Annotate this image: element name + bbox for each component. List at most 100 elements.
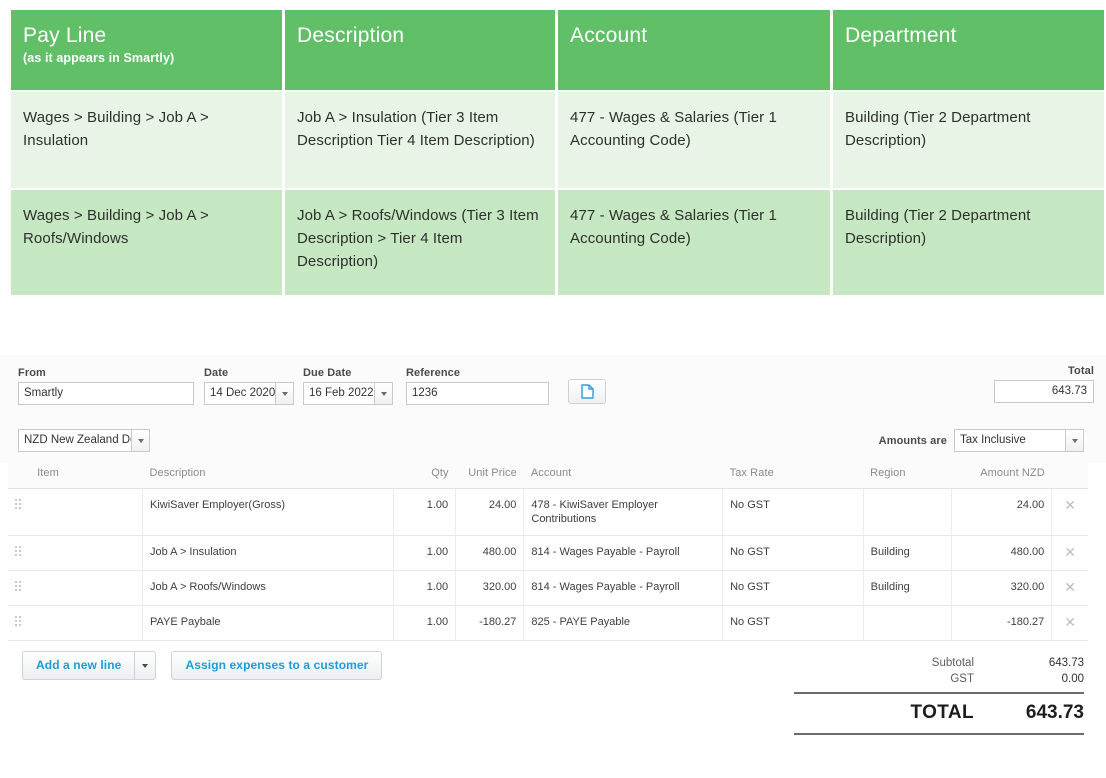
cell-region[interactable] bbox=[863, 488, 952, 536]
line-items-body: KiwiSaver Employer(Gross) 1.00 24.00 478… bbox=[8, 488, 1088, 641]
cell-item[interactable] bbox=[30, 570, 143, 606]
date-combo[interactable]: 14 Dec 2020 bbox=[204, 382, 294, 405]
cell-item[interactable] bbox=[30, 488, 143, 536]
column-title: Account bbox=[570, 24, 648, 47]
reference-input[interactable]: 1236 bbox=[406, 382, 549, 405]
cell-amount[interactable]: 320.00 bbox=[951, 570, 1053, 606]
due-date-label: Due Date bbox=[303, 367, 352, 379]
cell-department: Building (Tier 2 Department Description) bbox=[833, 92, 1104, 188]
mapping-header-row: Pay Line (as it appears in Smartly) Desc… bbox=[11, 10, 1104, 90]
amounts-are-group: Amounts are Tax Inclusive bbox=[879, 429, 1084, 452]
table-row: Job A > Insulation 1.00 480.00 814 - Wag… bbox=[8, 535, 1088, 571]
totals-divider-bottom bbox=[794, 733, 1084, 735]
column-header-account: Account bbox=[558, 10, 830, 90]
amounts-are-combo[interactable]: Tax Inclusive bbox=[954, 429, 1084, 452]
cell-qty[interactable]: 1.00 bbox=[393, 605, 457, 641]
cell-tax-rate[interactable]: No GST bbox=[722, 570, 864, 606]
table-row: Wages > Building > Job A > Roofs/Windows… bbox=[11, 190, 1104, 295]
drag-handle[interactable] bbox=[8, 570, 31, 606]
cell-item[interactable] bbox=[30, 535, 143, 571]
cell-region[interactable]: Building bbox=[863, 570, 952, 606]
chevron-down-icon[interactable] bbox=[1065, 429, 1084, 452]
cell-unit-price[interactable]: -180.27 bbox=[455, 605, 525, 641]
column-header-description: Description bbox=[285, 10, 555, 90]
cell-account[interactable]: 814 - Wages Payable - Payroll bbox=[523, 535, 724, 571]
currency-value[interactable]: NZD New Zealand Dollar bbox=[18, 429, 131, 452]
column-title: Description bbox=[297, 24, 405, 47]
mapping-table-header: Pay Line (as it appears in Smartly) Desc… bbox=[11, 10, 1104, 90]
delete-line-button[interactable]: ✕ bbox=[1051, 535, 1088, 571]
cell-region[interactable] bbox=[863, 605, 952, 641]
cell-unit-price[interactable]: 320.00 bbox=[455, 570, 525, 606]
currency-combo[interactable]: NZD New Zealand Dollar bbox=[18, 429, 150, 452]
total-field-group: Total 643.73 bbox=[994, 365, 1094, 403]
total-input[interactable]: 643.73 bbox=[994, 380, 1094, 403]
delete-line-button[interactable]: ✕ bbox=[1051, 570, 1088, 606]
file-icon bbox=[580, 384, 594, 399]
column-header-pay-line: Pay Line (as it appears in Smartly) bbox=[11, 10, 282, 90]
delete-line-button[interactable]: ✕ bbox=[1051, 488, 1088, 536]
assign-expenses-button[interactable]: Assign expenses to a customer bbox=[171, 651, 383, 680]
cell-pay-line: Wages > Building > Job A > Insulation bbox=[11, 92, 282, 188]
from-input[interactable]: Smartly bbox=[18, 382, 194, 405]
amounts-are-value[interactable]: Tax Inclusive bbox=[954, 429, 1065, 452]
close-icon: ✕ bbox=[1064, 497, 1077, 513]
chevron-down-icon[interactable] bbox=[275, 382, 294, 405]
add-new-line-split-button[interactable]: Add a new line bbox=[22, 651, 157, 680]
subtotal-row: Subtotal 643.73 bbox=[794, 655, 1084, 671]
column-title: Pay Line bbox=[23, 24, 107, 47]
cell-tax-rate[interactable]: No GST bbox=[722, 535, 864, 571]
cell-description[interactable]: PAYE Paybale bbox=[142, 605, 394, 641]
cell-unit-price[interactable]: 24.00 bbox=[455, 488, 525, 536]
cell-amount[interactable]: -180.27 bbox=[951, 605, 1053, 641]
date-input[interactable]: 14 Dec 2020 bbox=[204, 382, 275, 405]
amounts-are-label: Amounts are bbox=[878, 434, 947, 447]
cell-qty[interactable]: 1.00 bbox=[393, 535, 457, 571]
cell-pay-line: Wages > Building > Job A > Roofs/Windows bbox=[11, 190, 282, 295]
chevron-down-icon[interactable] bbox=[374, 382, 393, 405]
cell-amount[interactable]: 24.00 bbox=[951, 488, 1053, 536]
drag-handle[interactable] bbox=[8, 605, 31, 641]
reference-label: Reference bbox=[406, 367, 461, 379]
add-new-line-button[interactable]: Add a new line bbox=[22, 651, 135, 680]
cell-qty[interactable]: 1.00 bbox=[393, 570, 457, 606]
subtotal-label: Subtotal bbox=[931, 657, 974, 669]
cell-description[interactable]: Job A > Insulation bbox=[142, 535, 394, 571]
chevron-down-icon[interactable] bbox=[131, 429, 150, 452]
mapping-table-body: Wages > Building > Job A > Insulation Jo… bbox=[11, 92, 1104, 295]
bill-header-fields: From Smartly Date 14 Dec 2020 Due Date 1… bbox=[0, 355, 1106, 423]
total-label: Total bbox=[1068, 365, 1094, 377]
cell-account[interactable]: 814 - Wages Payable - Payroll bbox=[523, 570, 724, 606]
cell-tax-rate[interactable]: No GST bbox=[722, 488, 864, 536]
drag-handle[interactable] bbox=[8, 488, 31, 536]
gst-row: GST 0.00 bbox=[794, 671, 1084, 687]
column-header-description: Description bbox=[142, 463, 394, 489]
chevron-down-icon[interactable] bbox=[134, 651, 157, 680]
table-row: PAYE Paybale 1.00 -180.27 825 - PAYE Pay… bbox=[8, 605, 1088, 641]
due-date-input[interactable]: 16 Feb 2022 bbox=[303, 382, 374, 405]
attach-file-button[interactable] bbox=[568, 379, 606, 404]
due-date-combo[interactable]: 16 Feb 2022 bbox=[303, 382, 393, 405]
close-icon: ✕ bbox=[1064, 579, 1077, 595]
column-header-item: Item bbox=[30, 463, 143, 489]
from-field-group: From Smartly bbox=[18, 367, 194, 405]
cell-item[interactable] bbox=[30, 605, 143, 641]
cell-description[interactable]: KiwiSaver Employer(Gross) bbox=[142, 488, 394, 536]
cell-account: 477 - Wages & Salaries (Tier 1 Accountin… bbox=[558, 190, 830, 295]
cell-qty[interactable]: 1.00 bbox=[393, 488, 457, 536]
line-items-table: Item Description Qty Unit Price Account … bbox=[8, 463, 1088, 641]
cell-account[interactable]: 478 - KiwiSaver Employer Contributions bbox=[523, 488, 724, 536]
cell-unit-price[interactable]: 480.00 bbox=[455, 535, 525, 571]
cell-account[interactable]: 825 - PAYE Payable bbox=[523, 605, 724, 641]
drag-handle-icon bbox=[15, 546, 22, 557]
cell-description[interactable]: Job A > Roofs/Windows bbox=[142, 570, 394, 606]
cell-tax-rate[interactable]: No GST bbox=[722, 605, 864, 641]
column-header-drag bbox=[8, 463, 31, 489]
cell-region[interactable]: Building bbox=[863, 535, 952, 571]
delete-line-button[interactable]: ✕ bbox=[1051, 605, 1088, 641]
cell-department: Building (Tier 2 Department Description) bbox=[833, 190, 1104, 295]
cell-description: Job A > Insulation (Tier 3 Item Descript… bbox=[285, 92, 555, 188]
cell-amount[interactable]: 480.00 bbox=[951, 535, 1053, 571]
drag-handle[interactable] bbox=[8, 535, 31, 571]
line-items-header: Item Description Qty Unit Price Account … bbox=[8, 463, 1088, 489]
